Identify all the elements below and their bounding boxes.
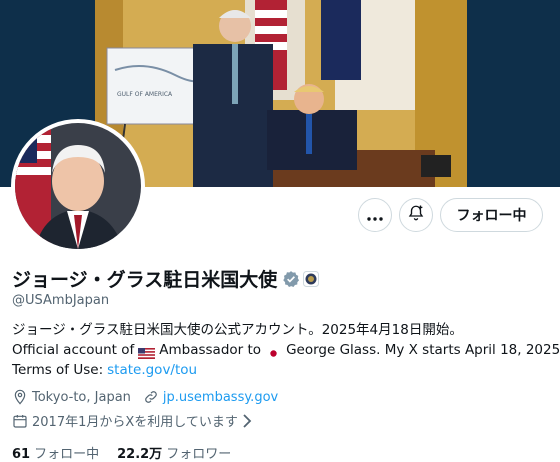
avatar[interactable] (11, 119, 145, 253)
notification-bell-icon (407, 204, 425, 226)
more-button[interactable] (358, 198, 392, 232)
bio-line-3: Terms of Use: state.gov/tou (12, 360, 560, 380)
more-icon (367, 206, 383, 225)
following-count: 61 (12, 447, 31, 462)
avatar-photo (15, 123, 141, 249)
bio-text-c: George Glass. My X starts April 18, 2025… (286, 342, 560, 358)
bio-line-2: Official account of Ambassador to George… (12, 340, 560, 360)
display-name: ジョージ・グラス駐日米国大使 (12, 269, 278, 291)
bio-text-b: Ambassador to (159, 342, 262, 358)
following-count-link[interactable]: 61 フォロー中 (12, 443, 99, 462)
notification-button[interactable] (399, 198, 433, 232)
location-text: Tokyo-to, Japan (32, 389, 131, 405)
link-icon (143, 389, 163, 405)
japan-flag-icon (265, 345, 283, 359)
name-row: ジョージ・グラス駐日米国大使 (12, 265, 320, 292)
followers-count: 22.2万 (117, 447, 163, 462)
website-link[interactable]: jp.usembassy.gov (163, 390, 278, 405)
map-label: GULF OF AMERICA (117, 91, 173, 98)
bio: ジョージ・グラス駐日米国大使の公式アカウント。2025年4月18日開始。 Off… (12, 320, 560, 380)
chevron-right-icon (242, 413, 256, 428)
terms-link[interactable]: state.gov/tou (107, 360, 197, 380)
followers-label: フォロワー (166, 447, 232, 462)
following-button[interactable]: フォロー中 (440, 198, 543, 232)
joined-row[interactable]: 2017年1月からXを利用しています (12, 411, 268, 430)
follow-counts: 61 フォロー中 22.2万 フォロワー (12, 443, 249, 462)
affiliate-seal-icon[interactable] (303, 270, 320, 287)
verified-badge-icon[interactable] (282, 270, 300, 288)
followers-count-link[interactable]: 22.2万 フォロワー (117, 443, 231, 462)
joined-item[interactable]: 2017年1月からXを利用しています (12, 411, 256, 430)
location-icon (12, 389, 32, 405)
calendar-icon (12, 413, 32, 429)
handle: @USAmbJapan (12, 293, 110, 308)
website-item[interactable]: jp.usembassy.gov (143, 389, 278, 405)
us-flag-icon (138, 345, 156, 359)
bio-line-1: ジョージ・グラス駐日米国大使の公式アカウント。2025年4月18日開始。 (12, 322, 463, 338)
banner-photo: GULF OF AMERICA (95, 0, 467, 187)
profile-meta-row: Tokyo-to, Japan jp.usembassy.gov (12, 389, 290, 405)
location-item: Tokyo-to, Japan (12, 389, 131, 405)
following-label: フォロー中 (34, 447, 100, 462)
bio-terms-label: Terms of Use: (12, 362, 104, 378)
joined-text: 2017年1月からXを利用しています (32, 415, 238, 430)
bio-text-a: Official account of (12, 342, 135, 358)
